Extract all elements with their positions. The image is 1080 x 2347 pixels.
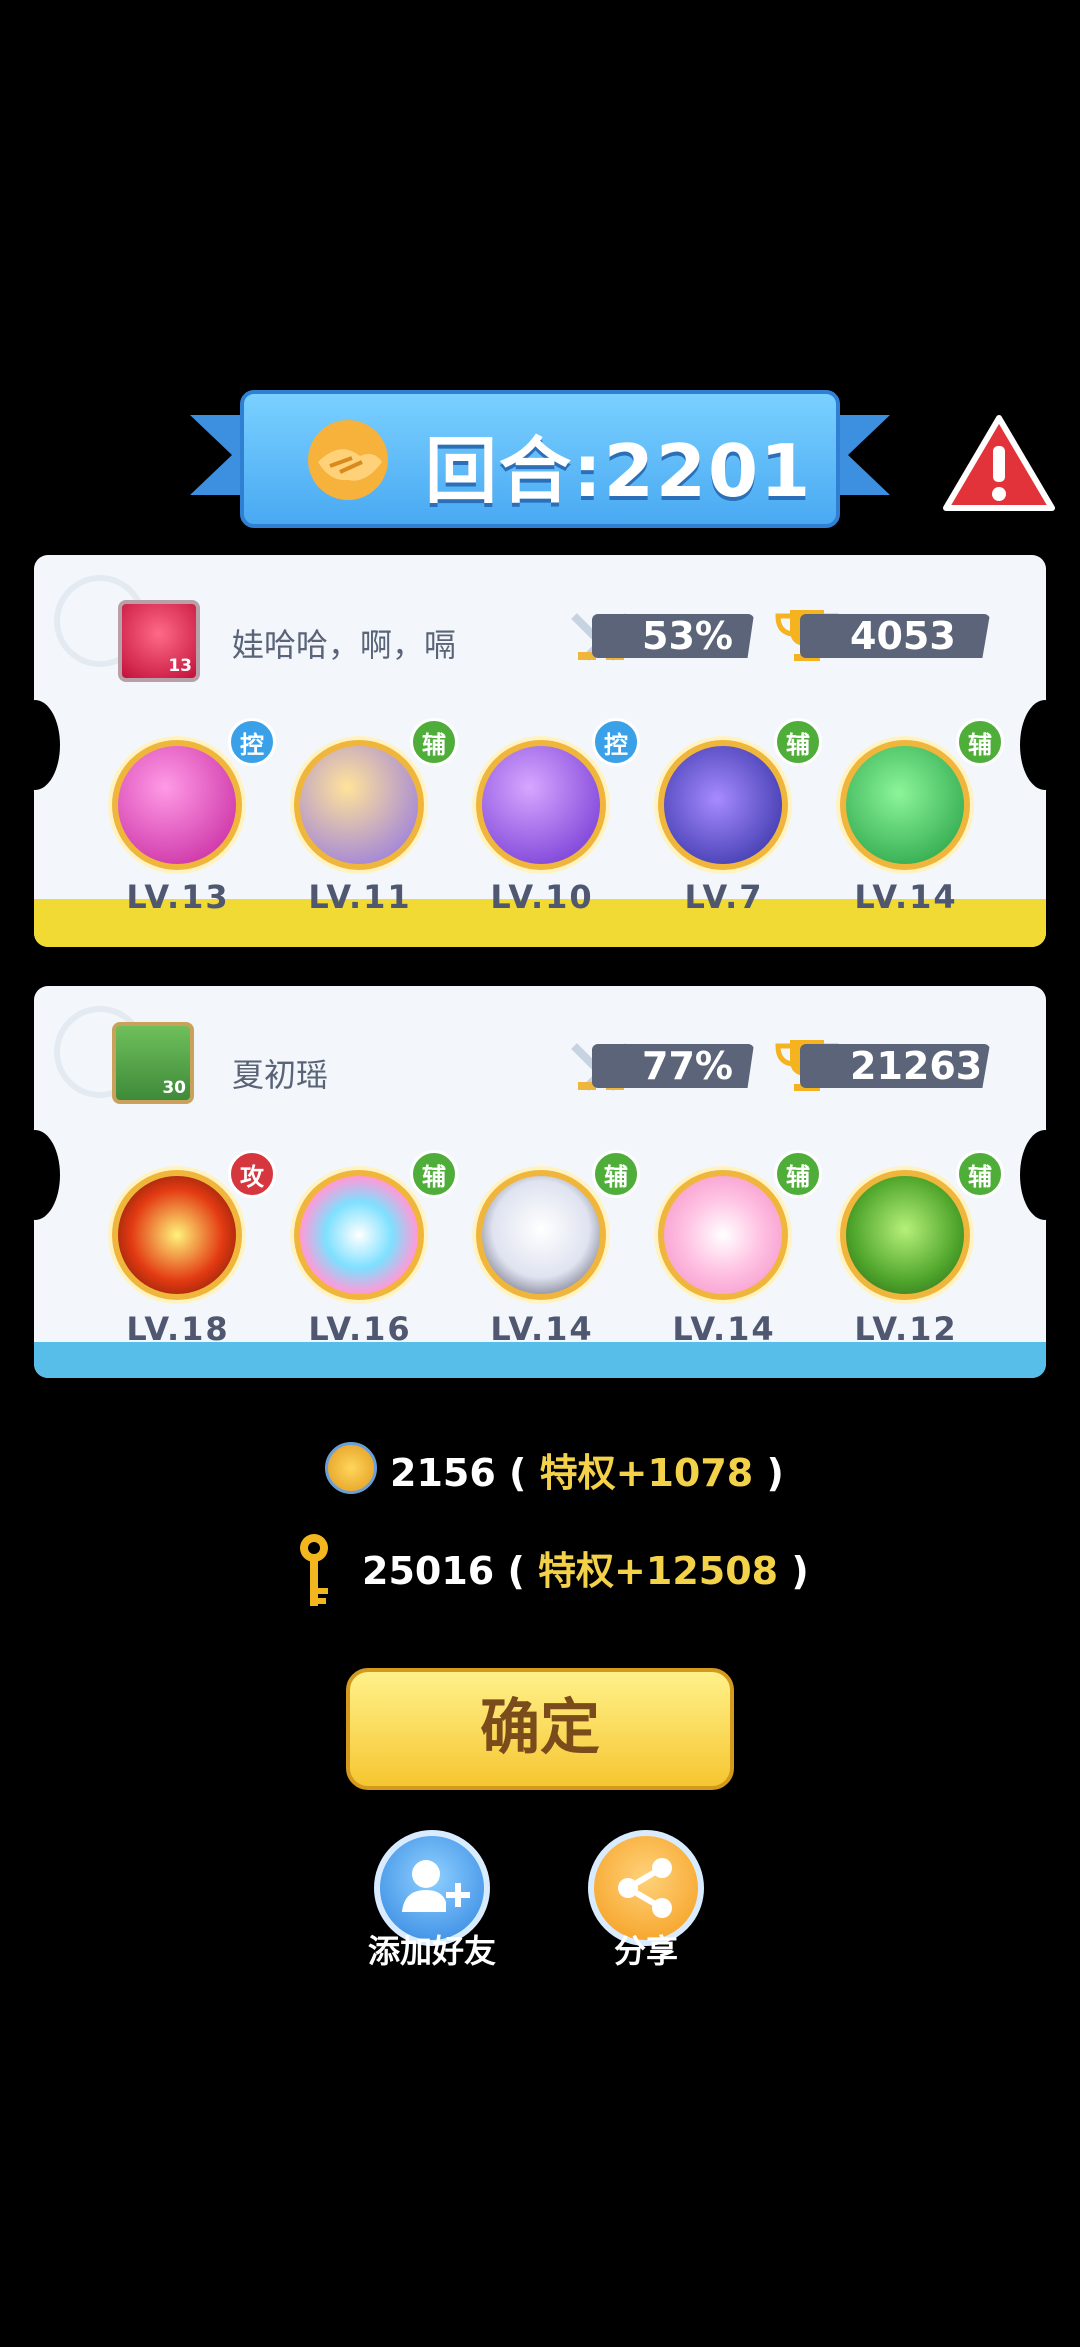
round-counter: 回合:2201 [425,429,813,513]
hero-level: LV.11 [308,878,412,916]
card-notch [10,700,60,790]
hero-role-badge: 攻 [228,1150,276,1198]
avatar-level: 30 [162,1078,186,1098]
hero-role-badge: 辅 [592,1150,640,1198]
player-name: 夏初瑶 [232,1056,329,1094]
hero-orb[interactable] [476,1170,606,1300]
hero-orb[interactable] [840,740,970,870]
handshake-icon [308,420,388,500]
report-warning-icon[interactable] [940,412,1058,516]
hero-role-badge: 辅 [774,718,822,766]
close-paren: ) [766,1451,784,1495]
share-icon [618,1858,672,1918]
confirm-button[interactable]: 确定 [346,1668,734,1790]
hero-orb[interactable] [840,1170,970,1300]
hero-level: LV.10 [490,878,594,916]
avatar-level: 13 [168,656,192,676]
win-rate: 77% [592,1044,754,1088]
add-friend-icon [402,1860,470,1912]
hero-orb[interactable] [658,740,788,870]
hero-orb[interactable] [294,740,424,870]
hero-level: LV.16 [308,1310,412,1348]
card-notch [1020,1130,1070,1220]
card-notch [10,1130,60,1220]
coin-amount: 2156 [390,1451,496,1495]
hero-role-badge: 辅 [410,1150,458,1198]
open-paren: ( [507,1549,525,1593]
trophy-count: 4053 [800,614,990,658]
hero-level: LV.14 [854,878,958,916]
player-avatar[interactable]: 13 [118,600,200,682]
hero-level: LV.13 [126,878,230,916]
coin-icon [325,1442,377,1494]
hero-orb[interactable] [476,740,606,870]
hero-role-badge: 辅 [956,1150,1004,1198]
hero-orb[interactable] [112,1170,242,1300]
hero-role-badge: 辅 [956,718,1004,766]
key-amount: 25016 [362,1549,495,1593]
card-notch [1020,700,1070,790]
hero-role-badge: 辅 [410,718,458,766]
key-reward: 25016 ( 特权+12508 ) [362,1540,809,1595]
hero-level: LV.12 [854,1310,958,1348]
player-name: 娃哈哈，啊，嗝 [232,626,457,664]
hero-level: LV.14 [490,1310,594,1348]
hero-level: LV.14 [672,1310,776,1348]
coin-bonus: 特权+1078 [539,1451,754,1495]
hero-role-badge: 控 [592,718,640,766]
hero-orb[interactable] [112,740,242,870]
key-bonus: 特权+12508 [538,1549,779,1593]
coin-reward: 2156 ( 特权+1078 ) [390,1442,784,1497]
add-friend-label[interactable]: 添加好友 [332,1926,532,1972]
hero-level: LV.18 [126,1310,230,1348]
hero-orb[interactable] [294,1170,424,1300]
share-label[interactable]: 分享 [546,1926,746,1972]
open-paren: ( [509,1451,527,1495]
hero-level: LV.7 [684,878,764,916]
close-paren: ) [791,1549,809,1593]
hero-orb[interactable] [658,1170,788,1300]
win-rate: 53% [592,614,754,658]
hero-role-badge: 辅 [774,1150,822,1198]
trophy-count: 21263 [800,1044,990,1088]
key-icon [300,1534,328,1606]
hero-role-badge: 控 [228,718,276,766]
player-avatar[interactable]: 30 [112,1022,194,1104]
